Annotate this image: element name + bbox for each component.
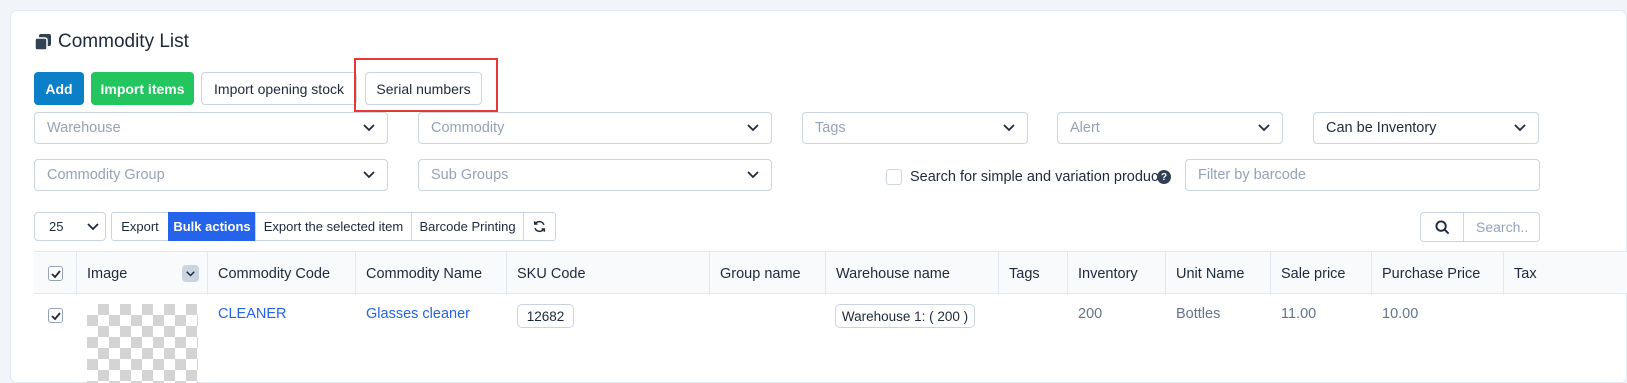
check-icon	[50, 311, 61, 320]
column-header-unit[interactable]: Unit Name	[1166, 252, 1271, 295]
alert-select-label: Alert	[1070, 120, 1100, 136]
simple-variation-checkbox[interactable]	[886, 169, 902, 185]
column-label: Image	[87, 265, 128, 282]
page-title-text: Commodity List	[58, 31, 189, 52]
commodity-select[interactable]: Commodity	[418, 112, 772, 144]
barcode-printing-button[interactable]: Barcode Printing	[411, 212, 524, 241]
bulk-actions-button[interactable]: Bulk actions	[168, 212, 256, 241]
commodity-select-label: Commodity	[431, 120, 505, 136]
column-header-warehouse[interactable]: Warehouse name	[826, 252, 999, 295]
tags-select[interactable]: Tags	[802, 112, 1028, 144]
column-header-purchase-price[interactable]: Purchase Price	[1372, 252, 1504, 295]
chevron-down-icon	[747, 124, 759, 132]
add-button[interactable]: Add	[34, 72, 84, 105]
column-header-tax[interactable]: Tax	[1504, 252, 1627, 295]
inventory-value: 200	[1078, 306, 1103, 322]
table-header: Image Commodity Code Commodity Name SKU …	[34, 251, 1627, 295]
search-button[interactable]	[1420, 212, 1464, 242]
column-header-sku[interactable]: SKU Code	[507, 252, 710, 295]
chevron-down-icon	[87, 222, 99, 230]
select-all-checkbox[interactable]	[48, 266, 63, 281]
simple-variation-label: Search for simple and variation product	[910, 169, 1163, 185]
chevron-down-icon	[1514, 124, 1526, 132]
inventory-select[interactable]: Can be Inventory	[1313, 112, 1539, 144]
row-checkbox[interactable]	[48, 308, 63, 323]
page-size-select[interactable]: 25	[34, 212, 106, 241]
page-size-value: 25	[49, 219, 64, 234]
commodity-name-link[interactable]: Glasses cleaner	[366, 306, 470, 322]
export-selected-button[interactable]: Export the selected item	[255, 212, 412, 241]
column-header-tags[interactable]: Tags	[999, 252, 1068, 295]
main-panel	[10, 10, 1627, 383]
select-all-cell	[34, 252, 77, 295]
export-button[interactable]: Export	[111, 212, 169, 241]
column-header-code[interactable]: Commodity Code	[208, 252, 356, 295]
cubes-icon	[34, 33, 52, 51]
search-input[interactable]: Search..	[1463, 212, 1540, 242]
import-opening-stock-button[interactable]: Import opening stock	[201, 72, 357, 105]
import-items-button[interactable]: Import items	[91, 72, 194, 105]
alert-select[interactable]: Alert	[1057, 112, 1283, 144]
chevron-down-icon	[747, 171, 759, 179]
sale-price-value: 11.00	[1281, 306, 1317, 322]
column-header-inventory[interactable]: Inventory	[1068, 252, 1166, 295]
sku-badge: 12682	[517, 304, 574, 328]
chevron-down-icon	[363, 124, 375, 132]
chevron-down-icon	[1258, 124, 1270, 132]
chevron-down-icon	[1003, 124, 1015, 132]
page-title: Commodity List	[34, 31, 189, 53]
commodity-group-select[interactable]: Commodity Group	[34, 159, 388, 191]
warehouse-select-label: Warehouse	[47, 120, 121, 136]
chevron-down-icon[interactable]	[182, 265, 199, 282]
column-header-group[interactable]: Group name	[710, 252, 826, 295]
commodity-group-select-label: Commodity Group	[47, 167, 165, 183]
column-header-sale-price[interactable]: Sale price	[1271, 252, 1372, 295]
tags-select-label: Tags	[815, 120, 846, 136]
barcode-filter-input[interactable]: Filter by barcode	[1185, 159, 1540, 191]
product-image-placeholder	[87, 304, 198, 383]
commodity-code-link[interactable]: CLEANER	[218, 306, 287, 322]
sub-groups-select[interactable]: Sub Groups	[418, 159, 772, 191]
column-header-image[interactable]: Image	[77, 252, 208, 295]
highlight-box	[354, 58, 498, 112]
warehouse-badge: Warehouse 1: ( 200 )	[835, 304, 975, 328]
unit-name-value: Bottles	[1176, 306, 1221, 322]
refresh-icon	[533, 220, 546, 233]
purchase-price-value: 10.00	[1382, 306, 1419, 322]
search-icon	[1434, 219, 1449, 234]
column-header-name[interactable]: Commodity Name	[356, 252, 507, 295]
chevron-down-icon	[363, 171, 375, 179]
sub-groups-select-label: Sub Groups	[431, 167, 509, 183]
warehouse-select[interactable]: Warehouse	[34, 112, 388, 144]
refresh-button[interactable]	[523, 212, 556, 241]
help-icon[interactable]: ?	[1157, 170, 1171, 184]
check-icon	[50, 269, 61, 278]
inventory-select-label: Can be Inventory	[1326, 120, 1437, 136]
